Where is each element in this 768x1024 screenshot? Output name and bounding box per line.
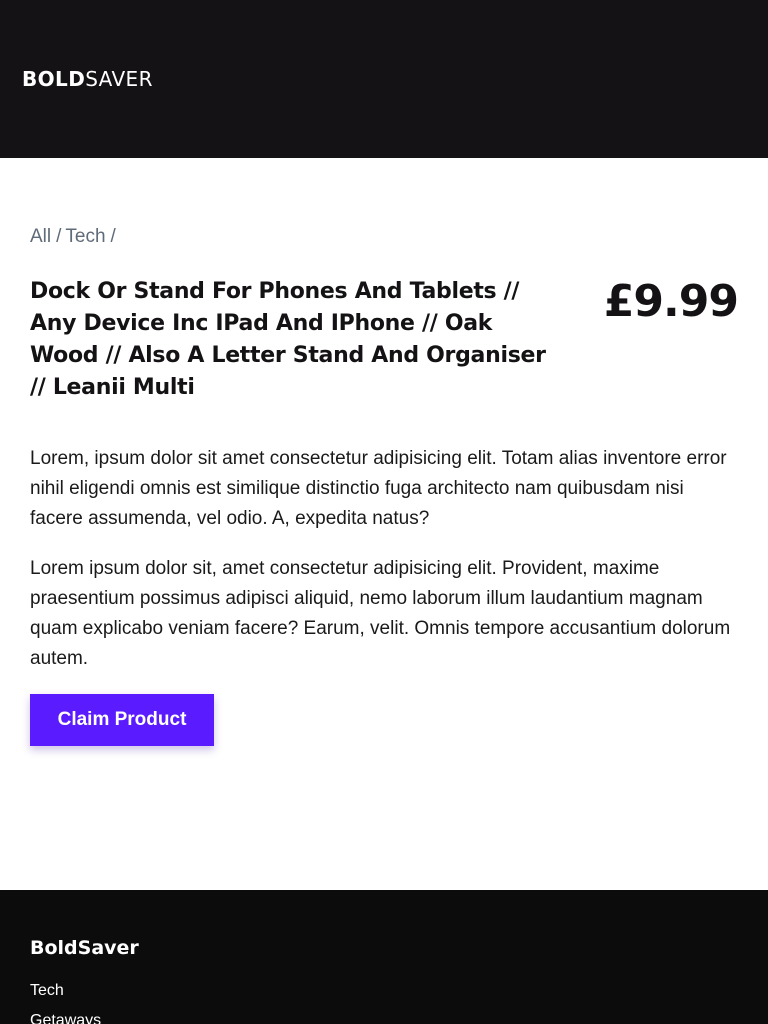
- breadcrumb-separator: /: [110, 226, 116, 247]
- logo-light-text: SAVER: [85, 67, 153, 91]
- claim-product-button[interactable]: Claim Product: [30, 694, 214, 746]
- footer-link-getaways[interactable]: Getaways: [30, 1012, 101, 1024]
- logo-bold-text: BOLD: [22, 67, 86, 91]
- site-footer: BoldSaver Tech Getaways: [0, 890, 768, 1024]
- product-title: Dock Or Stand For Phones And Tablets // …: [30, 279, 546, 400]
- footer-link-item: Getaways: [30, 1006, 101, 1024]
- description-paragraph: Lorem ipsum dolor sit, amet consectetur …: [30, 558, 731, 669]
- breadcrumb-link-all[interactable]: All: [30, 226, 51, 247]
- breadcrumb: All / Tech /: [30, 225, 120, 249]
- site-logo[interactable]: BOLDSAVER: [22, 66, 153, 92]
- footer-link-tech[interactable]: Tech: [30, 982, 64, 999]
- breadcrumb-separator: /: [56, 226, 62, 247]
- product-price: £9.99: [603, 276, 739, 327]
- product-description: Lorem, ipsum dolor sit amet consectetur …: [30, 444, 738, 674]
- site-header: BOLDSAVER: [0, 0, 768, 158]
- description-paragraph: Lorem, ipsum dolor sit amet consectetur …: [30, 448, 727, 529]
- footer-link-item: Tech: [30, 976, 101, 1006]
- breadcrumb-link-tech[interactable]: Tech: [65, 226, 105, 247]
- footer-links: Tech Getaways: [30, 976, 101, 1024]
- footer-brand: BoldSaver: [30, 937, 139, 959]
